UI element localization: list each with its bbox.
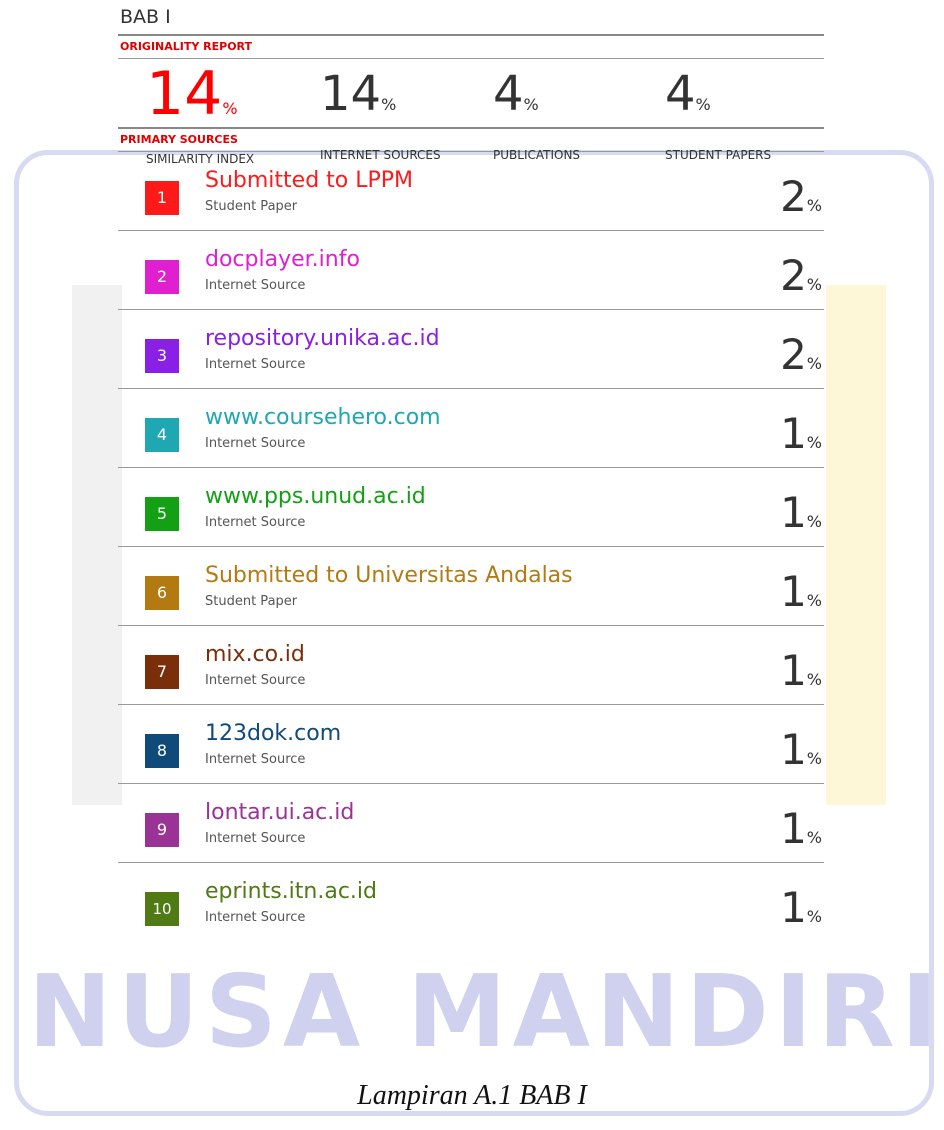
source-rank-badge: 7 [145, 655, 179, 689]
source-row: 7 mix.co.id Internet Source 1% [118, 626, 824, 705]
source-type: Internet Source [205, 278, 306, 293]
source-row: 5 www.pps.unud.ac.id Internet Source 1% [118, 468, 824, 547]
source-percent: 1% [780, 409, 822, 458]
source-name: docplayer.info [205, 247, 360, 272]
source-percent: 1% [780, 804, 822, 853]
percent-sign: % [806, 196, 822, 215]
percent-sign: % [806, 512, 822, 531]
source-row: 1 Submitted to LPPM Student Paper 2% [118, 152, 824, 231]
source-percent-value: 2 [780, 251, 807, 300]
watermark-text: NUSA MANDIRI [28, 953, 944, 1070]
source-type: Internet Source [205, 831, 306, 846]
percent-sign: % [695, 95, 711, 114]
percent-sign: % [806, 828, 822, 847]
figure-caption: Lampiran A.1 BAB I [357, 1080, 587, 1111]
percent-sign: % [806, 591, 822, 610]
percent-sign: % [806, 907, 822, 926]
source-row: 4 www.coursehero.com Internet Source 1% [118, 389, 824, 468]
source-type: Internet Source [205, 515, 306, 530]
source-row: 3 repository.unika.ac.id Internet Source 2% [118, 310, 824, 389]
source-type: Internet Source [205, 673, 306, 688]
source-name: eprints.itn.ac.id [205, 879, 378, 904]
source-name: Submitted to LPPM [205, 168, 414, 193]
source-type: Internet Source [205, 752, 306, 767]
source-rank-badge: 9 [145, 813, 179, 847]
source-type: Student Paper [205, 199, 298, 214]
watermark-shape-left [72, 285, 122, 805]
source-name: www.pps.unud.ac.id [205, 484, 426, 509]
source-percent-value: 2 [780, 172, 807, 221]
stat-publications: 4% PUBLICATIONS [493, 67, 580, 162]
source-percent-value: 1 [780, 883, 807, 932]
source-percent: 2% [780, 251, 822, 300]
stat-internet-sources: 14% INTERNET SOURCES [320, 67, 441, 162]
source-row: 2 docplayer.info Internet Source 2% [118, 231, 824, 310]
source-percent-value: 1 [780, 725, 807, 774]
originality-report-label: ORIGINALITY REPORT [120, 40, 253, 53]
source-row: 6 Submitted to Universitas Andalas Student… [118, 547, 824, 626]
source-percent: 2% [780, 330, 822, 379]
source-type: Internet Source [205, 910, 306, 925]
source-type: Internet Source [205, 436, 306, 451]
percent-sign: % [806, 275, 822, 294]
source-percent: 1% [780, 646, 822, 695]
source-rank-badge: 1 [145, 181, 179, 215]
source-name: lontar.ui.ac.id [205, 800, 355, 825]
source-rank-badge: 3 [145, 339, 179, 373]
percent-sign: % [806, 670, 822, 689]
stat-value: 14 [320, 66, 382, 122]
source-name: Submitted to Universitas Andalas [205, 563, 573, 588]
source-percent-value: 2 [780, 330, 807, 379]
source-percent-value: 1 [780, 567, 807, 616]
percent-sign: % [806, 433, 822, 452]
document-title: BAB I [120, 6, 171, 28]
percent-sign: % [381, 95, 397, 114]
originality-report: BAB I ORIGINALITY REPORT 14% SIMILARITY … [118, 0, 824, 942]
percent-sign: % [222, 99, 238, 118]
source-percent: 1% [780, 725, 822, 774]
source-rank-badge: 8 [145, 734, 179, 768]
source-rank-badge: 5 [145, 497, 179, 531]
stat-student-papers: 4% STUDENT PAPERS [665, 67, 771, 162]
source-percent-value: 1 [780, 646, 807, 695]
stat-value: 4 [665, 66, 696, 122]
stat-value: 14 [146, 59, 223, 129]
source-type: Student Paper [205, 594, 298, 609]
source-type: Internet Source [205, 357, 306, 372]
source-rank-badge: 4 [145, 418, 179, 452]
source-percent: 1% [780, 567, 822, 616]
primary-sources-list: 1 Submitted to LPPM Student Paper 2% 2 docpla… [118, 152, 824, 942]
watermark-shape-right [826, 285, 886, 805]
source-row: 8 123dok.com Internet Source 1% [118, 705, 824, 784]
source-row: 9 lontar.ui.ac.id Internet Source 1% [118, 784, 824, 863]
source-rank-badge: 10 [145, 892, 179, 926]
source-percent-value: 1 [780, 409, 807, 458]
source-name: mix.co.id [205, 642, 305, 667]
source-percent: 2% [780, 172, 822, 221]
source-percent-value: 1 [780, 488, 807, 537]
percent-sign: % [806, 354, 822, 373]
source-percent: 1% [780, 488, 822, 537]
percent-sign: % [523, 95, 539, 114]
source-name: 123dok.com [205, 721, 342, 746]
source-rank-badge: 6 [145, 576, 179, 610]
source-row: 10 eprints.itn.ac.id Internet Source 1% [118, 863, 824, 942]
source-percent-value: 1 [780, 804, 807, 853]
percent-sign: % [806, 749, 822, 768]
source-name: repository.unika.ac.id [205, 326, 440, 351]
stat-value: 4 [493, 66, 524, 122]
source-name: www.coursehero.com [205, 405, 441, 430]
source-percent: 1% [780, 883, 822, 932]
source-rank-badge: 2 [145, 260, 179, 294]
